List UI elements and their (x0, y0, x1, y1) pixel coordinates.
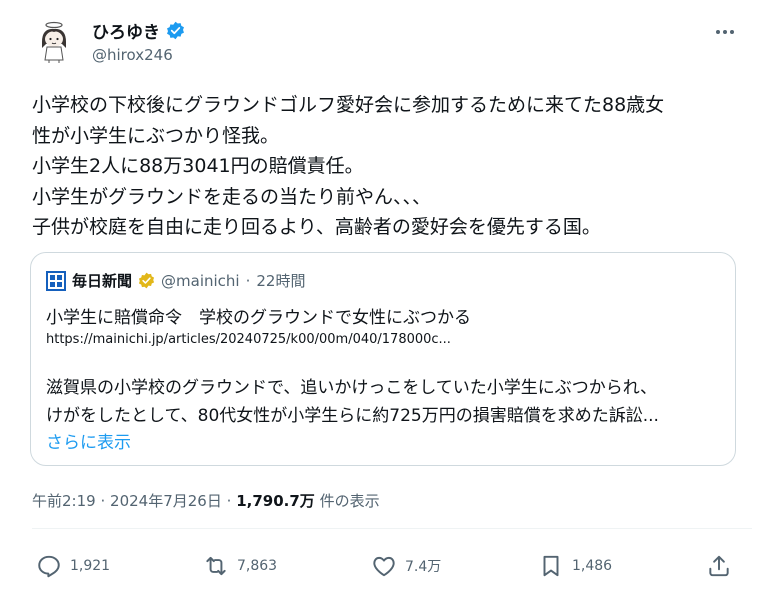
divider (32, 528, 752, 529)
share-button[interactable] (706, 553, 732, 579)
like-count: 7.4万 (405, 559, 442, 575)
quote-separator: · (245, 271, 251, 290)
retweet-icon (206, 556, 226, 576)
cartoon-girl-avatar (42, 21, 66, 63)
meta-separator: · (226, 492, 232, 510)
quote-title: 小学生に賠償命令 学校のグラウンドで女性にぶつかる (46, 308, 471, 328)
bookmark-icon (543, 555, 559, 577)
view-label: 件の表示 (319, 492, 380, 510)
retweet-button[interactable]: 7,863 (203, 553, 277, 579)
quote-header: 毎日新聞 @mainichi · 22時間 (46, 270, 305, 291)
meta-separator: · (100, 492, 106, 510)
quote-time[interactable]: 22時間 (256, 270, 305, 291)
retweet-count: 7,863 (237, 558, 278, 574)
heart-icon (373, 556, 395, 577)
reply-count: 1,921 (70, 558, 111, 574)
bookmark-button[interactable]: 1,486 (538, 553, 612, 579)
author-avatar[interactable] (32, 20, 76, 64)
tweet-line: 小学校の下校後にグラウンドゴルフ愛好会に参加するために来てた88歳女 (32, 94, 665, 116)
mainichi-logo-icon (46, 270, 66, 291)
share-icon (709, 555, 729, 577)
verified-gold-badge-icon (138, 272, 155, 289)
show-more-link[interactable]: さらに表示 (46, 428, 131, 453)
tweet-line: 小学生がグラウンドを走るの当たり前やん、、、 (32, 185, 432, 208)
reply-button[interactable]: 1,921 (36, 553, 110, 579)
tweet-line: 性が小学生にぶつかり怪我。 (32, 124, 280, 147)
tweet-date[interactable]: 2024年7月26日 (110, 492, 222, 510)
quote-author-handle[interactable]: @mainichi (161, 272, 240, 290)
reply-icon (38, 555, 60, 578)
quote-body-line: けがをしたとして、80代女性が小学生らに約725万円の損害賠償を求めた訴訟... (46, 406, 659, 426)
more-horizontal-icon[interactable] (712, 22, 738, 42)
author-handle[interactable]: @hirox246 (92, 46, 173, 64)
view-count[interactable]: 1,790.7万 (236, 492, 315, 510)
tweet-line: 子供が校庭を自由に走り回るより、高齢者の愛好会を優先する国。 (32, 216, 601, 238)
bookmark-count: 1,486 (572, 558, 613, 574)
author-name-row: ひろゆき (92, 18, 185, 43)
tweet-text: 小学校の下校後にグラウンドゴルフ愛好会に参加するために来てた88歳女 性が小学生… (32, 90, 748, 243)
tweet-time[interactable]: 午前2:19 (32, 492, 96, 510)
author-display-name[interactable]: ひろゆき (92, 18, 160, 43)
tweet-line: 小学生2人に88万3041円の賠償責任。 (32, 155, 364, 177)
quote-author-name[interactable]: 毎日新聞 (72, 270, 132, 291)
quote-body-line: 滋賀県の小学校のグラウンドで、追いかけっこをしていた小学生にぶつかられ、 (46, 378, 657, 398)
quote-link[interactable]: https://mainichi.jp/articles/20240725/k0… (46, 332, 451, 347)
like-button[interactable]: 7.4万 (371, 553, 441, 579)
tweet-meta: 午前2:19 · 2024年7月26日 · 1,790.7万 件の表示 (32, 490, 380, 511)
verified-badge-icon (167, 21, 184, 40)
quote-body: 滋賀県の小学校のグラウンドで、追いかけっこをしていた小学生にぶつかられ、 けがを… (46, 374, 726, 430)
